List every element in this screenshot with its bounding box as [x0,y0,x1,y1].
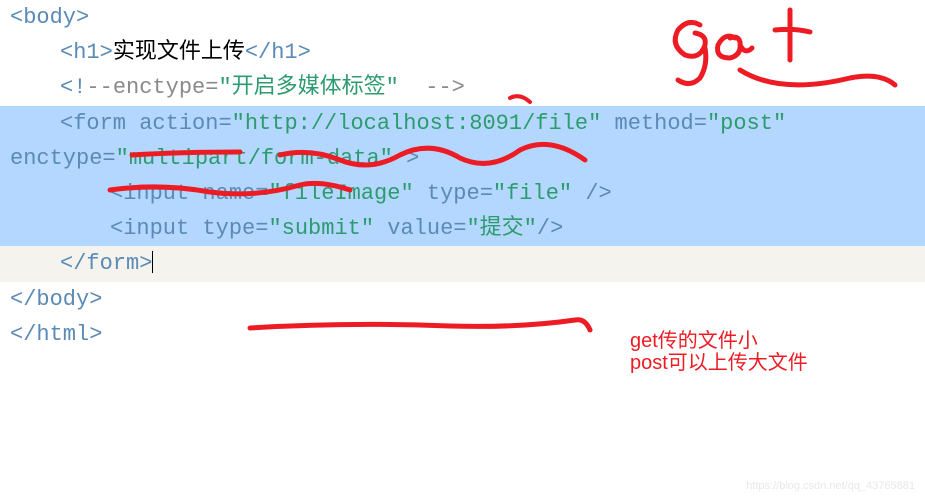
watermark: https://blog.csdn.net/qq_43765881 [746,478,915,496]
line-form-close: </form> [0,246,925,281]
code-block: <body> <h1>实现文件上传</h1> <!--enctype="开启多媒… [0,0,925,352]
selection-region: <form action="http://localhost:8091/file… [0,106,925,247]
line-enctype: enctype="multipart/form-data" > [0,141,925,176]
line-input-submit: <input type="submit" value="提交"/> [0,211,925,246]
line-form-open: <form action="http://localhost:8091/file… [0,106,925,141]
line-html-close: </html> [0,317,925,352]
line-body-close: </body> [0,282,925,317]
line-body-open: <body> [0,0,925,35]
line-comment: <!--enctype="开启多媒体标签" --> [0,70,925,105]
line-h1: <h1>实现文件上传</h1> [0,35,925,70]
cursor-line-region: </form> [0,246,925,281]
text-cursor [152,251,153,273]
line-input-file: <input name="fileImage" type="file" /> [0,176,925,211]
